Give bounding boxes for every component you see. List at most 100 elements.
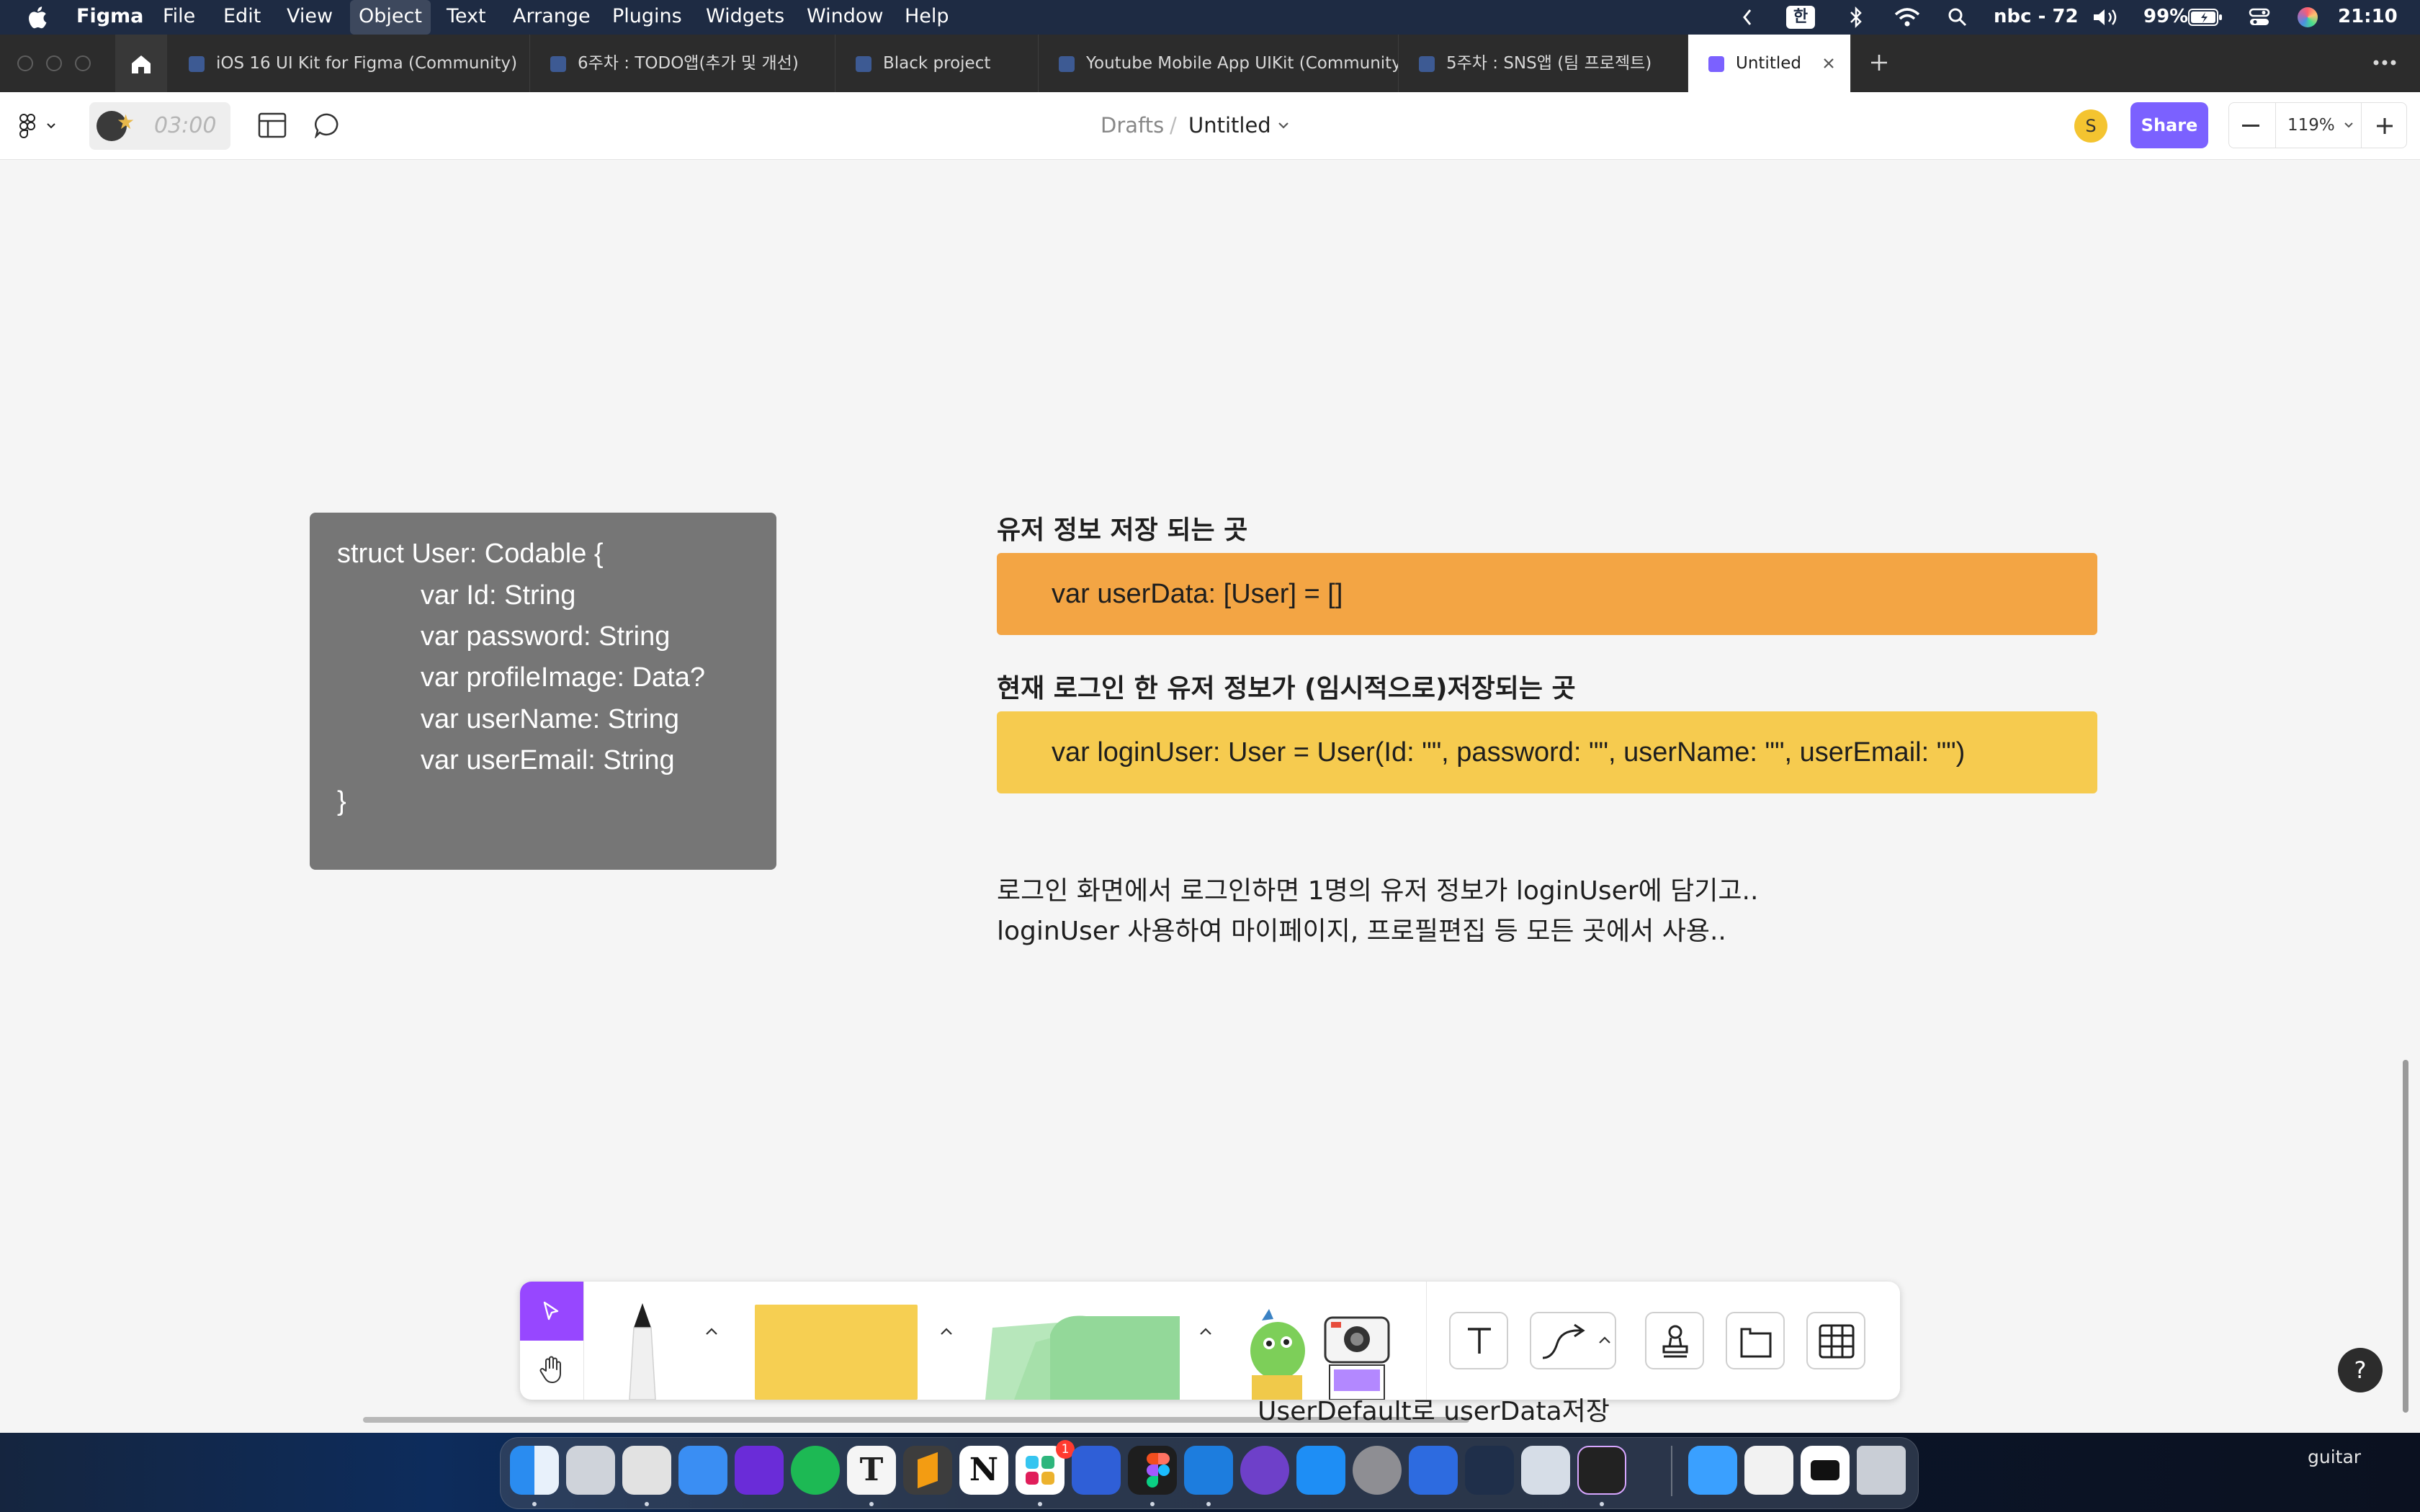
- app-store-icon[interactable]: [1296, 1446, 1345, 1495]
- menu-view[interactable]: View: [287, 0, 333, 35]
- menu-widgets[interactable]: Widgets: [706, 0, 784, 35]
- apple-logo-icon[interactable]: [26, 4, 48, 30]
- new-tab-icon[interactable]: [1870, 53, 1888, 72]
- breadcrumb-drafts[interactable]: Drafts: [1101, 109, 1164, 141]
- user-label[interactable]: nbc - 72: [1994, 0, 2079, 35]
- avatar[interactable]: S: [2074, 109, 2107, 143]
- description-line[interactable]: loginUser 사용하여 마이페이지, 프로필편집 등 모든 곳에서 사용.…: [997, 912, 1726, 952]
- zoom-out-icon[interactable]: [2242, 125, 2259, 127]
- window-minimize-button[interactable]: [46, 55, 62, 71]
- yahoo-finance-icon[interactable]: [735, 1446, 784, 1495]
- finder-icon[interactable]: [510, 1446, 559, 1495]
- main-menu-button[interactable]: [16, 109, 62, 141]
- file-icon[interactable]: [1744, 1446, 1793, 1495]
- section-tool[interactable]: [1726, 1312, 1785, 1369]
- chevron-up-icon[interactable]: [939, 1326, 954, 1336]
- window-close-button[interactable]: [17, 55, 33, 71]
- sticky-note-tool[interactable]: [755, 1305, 918, 1400]
- menu-window[interactable]: Window: [807, 0, 883, 35]
- tab-sns-app[interactable]: 5주차 : SNS앱 (팀 프로젝트): [1399, 35, 1688, 92]
- user-data-banner[interactable]: var userData: [User] = []: [997, 553, 2097, 635]
- menu-help[interactable]: Help: [905, 0, 949, 35]
- figma-file-icon: [1419, 56, 1435, 72]
- dev-tool-icon[interactable]: [1465, 1446, 1514, 1495]
- battery-icon[interactable]: [2188, 9, 2223, 26]
- photo-booth-icon[interactable]: [622, 1446, 671, 1495]
- chevron-left-icon[interactable]: [1742, 7, 1753, 27]
- control-center-icon[interactable]: [2249, 7, 2270, 27]
- volume-icon[interactable]: [2092, 7, 2120, 27]
- login-user-banner[interactable]: var loginUser: User = User(Id: "", passw…: [997, 711, 2097, 793]
- zoom-level[interactable]: 119%: [2275, 103, 2362, 148]
- share-button[interactable]: Share: [2130, 102, 2208, 148]
- menu-plugins[interactable]: Plugins: [612, 0, 682, 35]
- notion-icon[interactable]: N: [959, 1446, 1008, 1495]
- menu-object[interactable]: Object: [350, 0, 431, 35]
- typora-icon[interactable]: T: [847, 1446, 896, 1495]
- struct-user-card[interactable]: struct User: Codable { var Id: String va…: [310, 513, 776, 870]
- youtube-icon[interactable]: [1801, 1446, 1850, 1495]
- siri-icon[interactable]: [2298, 7, 2318, 27]
- connector-tool[interactable]: [1530, 1312, 1616, 1369]
- menu-file[interactable]: File: [163, 0, 195, 35]
- tab-todo-app[interactable]: 6주차 : TODO앱(추가 및 개선): [530, 35, 835, 92]
- window-zoom-button[interactable]: [75, 55, 91, 71]
- menu-arrange[interactable]: Arrange: [513, 0, 591, 35]
- text-tool[interactable]: [1449, 1312, 1508, 1369]
- layout-panel-icon[interactable]: [258, 112, 287, 138]
- home-tab[interactable]: [115, 35, 167, 92]
- input-source-badge[interactable]: 한: [1786, 6, 1815, 29]
- help-button[interactable]: ?: [2338, 1348, 2383, 1392]
- preview-icon[interactable]: [1521, 1446, 1570, 1495]
- settings-icon[interactable]: [1353, 1446, 1402, 1495]
- login-user-heading[interactable]: 현재 로그인 한 유저 정보가 (임시적으로)저장되는 곳: [997, 671, 1576, 707]
- widget-tool[interactable]: [1321, 1310, 1393, 1400]
- marker-tool[interactable]: [614, 1299, 671, 1400]
- chevron-up-icon[interactable]: [1198, 1326, 1213, 1336]
- hand-tool[interactable]: [520, 1341, 583, 1400]
- tab-ios16-ui-kit[interactable]: iOS 16 UI Kit for Figma (Community): [169, 35, 530, 92]
- wifi-icon[interactable]: [1894, 7, 1920, 27]
- marker-icon: [629, 1303, 656, 1400]
- tab-untitled[interactable]: Untitled: [1688, 35, 1851, 92]
- vertical-scrollbar[interactable]: [2403, 1060, 2408, 1413]
- sublime-icon[interactable]: [903, 1446, 952, 1495]
- menubar-clock[interactable]: 21:10: [2338, 0, 2398, 35]
- figjam-canvas[interactable]: struct User: Codable { var Id: String va…: [0, 160, 2420, 1433]
- tab-black-project[interactable]: Black project: [835, 35, 1039, 92]
- figma-file-icon: [856, 56, 871, 72]
- timer-widget[interactable]: ★ 03:00: [89, 102, 230, 150]
- spotify-icon[interactable]: [791, 1446, 840, 1495]
- more-options-icon[interactable]: [2372, 59, 2397, 66]
- close-tab-icon[interactable]: [1822, 57, 1835, 70]
- select-tool[interactable]: [520, 1282, 583, 1341]
- chevron-down-icon[interactable]: [1278, 121, 1289, 130]
- trash-icon[interactable]: [1857, 1446, 1906, 1495]
- file-name[interactable]: Untitled: [1188, 109, 1271, 141]
- xcode-icon[interactable]: [1184, 1446, 1233, 1495]
- terminal-icon[interactable]: [1577, 1446, 1626, 1495]
- folder-icon[interactable]: [1688, 1446, 1737, 1495]
- table-tool[interactable]: [1806, 1312, 1865, 1369]
- instruments-icon[interactable]: [1409, 1446, 1458, 1495]
- mail-icon[interactable]: [678, 1446, 727, 1495]
- stamp-tool[interactable]: [1645, 1312, 1704, 1369]
- launchpad-icon[interactable]: [566, 1446, 615, 1495]
- chevron-up-icon[interactable]: [704, 1326, 719, 1336]
- user-data-heading[interactable]: 유저 정보 저장 되는 곳: [997, 513, 1247, 549]
- shape-tool[interactable]: [971, 1299, 1187, 1400]
- react-icon[interactable]: [1072, 1446, 1121, 1495]
- canvas-caption[interactable]: UserDefault로 userData저장: [1258, 1394, 1610, 1430]
- tab-youtube-uikit[interactable]: Youtube Mobile App UIKit (Community): [1039, 35, 1399, 92]
- github-icon[interactable]: [1240, 1446, 1289, 1495]
- comment-icon[interactable]: [314, 112, 341, 138]
- spotlight-search-icon[interactable]: [1948, 7, 1968, 27]
- menu-edit[interactable]: Edit: [223, 0, 261, 35]
- bluetooth-icon[interactable]: [1848, 6, 1864, 29]
- description-line[interactable]: 로그인 화면에서 로그인하면 1명의 유저 정보가 loginUser에 담기고…: [997, 871, 1758, 912]
- zoom-in-icon[interactable]: [2376, 117, 2393, 135]
- menu-app-name[interactable]: Figma: [76, 0, 143, 35]
- figma-icon[interactable]: [1128, 1446, 1177, 1495]
- menu-text[interactable]: Text: [447, 0, 486, 35]
- sticker-tool[interactable]: [1240, 1306, 1312, 1400]
